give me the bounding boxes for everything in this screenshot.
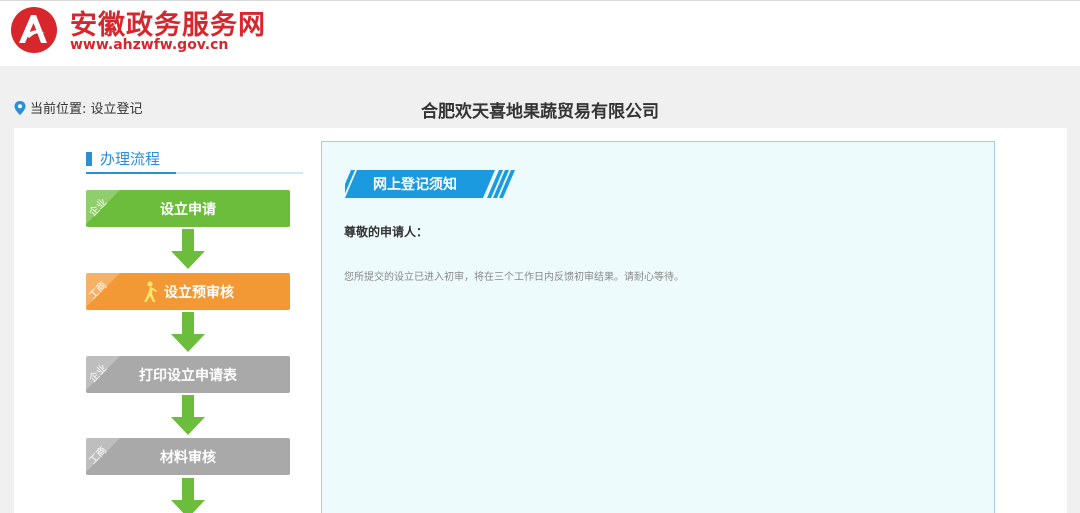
down-arrow-icon [171,229,205,269]
step-label: 设立预审核 [164,284,234,301]
notice-message: 您所提交的设立已进入初审，将在三个工作日内反馈初审结果。请耐心等待。 [344,272,684,283]
ahzwfw-logo-icon[interactable] [9,5,59,55]
flow-title: 办理流程 [86,148,160,169]
walking-person-icon [144,280,157,302]
down-arrow-icon [171,478,205,513]
flow-title-underline-active [86,172,176,174]
step-label: 设立申请 [160,201,216,218]
flow-title-text: 办理流程 [100,150,161,168]
company-name: 合肥欢天喜地果蔬贸易有限公司 [421,102,659,122]
down-arrow-icon [171,395,205,435]
notice-greeting: 尊敬的申请人： [344,225,429,239]
notice-title: 网上登记须知 [373,177,457,193]
step-establish-application[interactable]: 企业 设立申请 [86,190,290,227]
step-pre-review[interactable]: 工商 设立预审核 [86,273,290,310]
step-label: 材料审核 [160,449,216,466]
down-arrow-icon [171,312,205,352]
site-url: www.ahzwfw.gov.cn [70,37,229,53]
step-material-review[interactable]: 工商 材料审核 [86,438,290,475]
site-header: 安徽政务服务网 www.ahzwfw.gov.cn [0,0,1080,66]
step-label: 打印设立申请表 [139,367,237,384]
flow-title-marker [86,151,92,166]
step-print-application-form[interactable]: 企业 打印设立申请表 [86,356,290,393]
